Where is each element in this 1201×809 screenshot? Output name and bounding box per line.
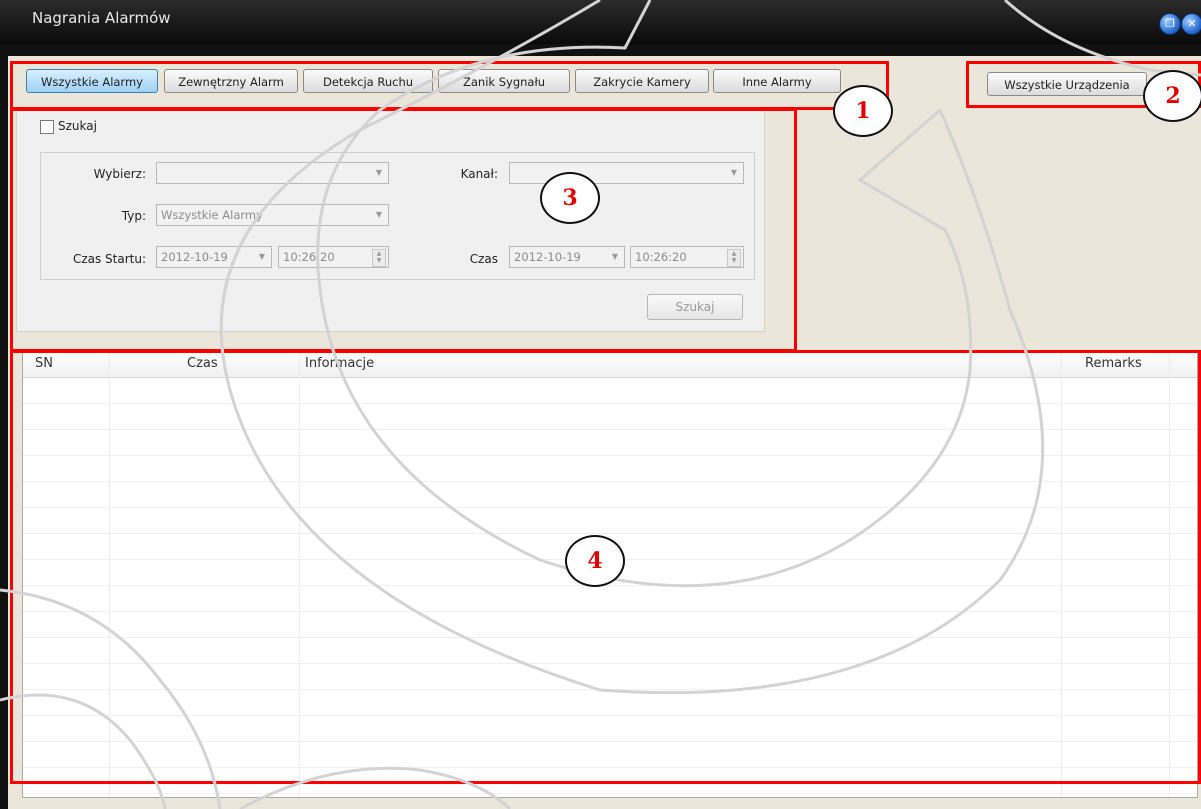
callout-3: 3 — [540, 172, 600, 224]
callout-1: 1 — [833, 85, 893, 137]
decorative-arcs — [0, 0, 1201, 809]
callout-2: 2 — [1143, 70, 1201, 122]
application-window: Nagrania Alarmów ❐ ✕ Wszystkie Alarmy Ze… — [0, 0, 1201, 809]
callout-4: 4 — [565, 535, 625, 587]
